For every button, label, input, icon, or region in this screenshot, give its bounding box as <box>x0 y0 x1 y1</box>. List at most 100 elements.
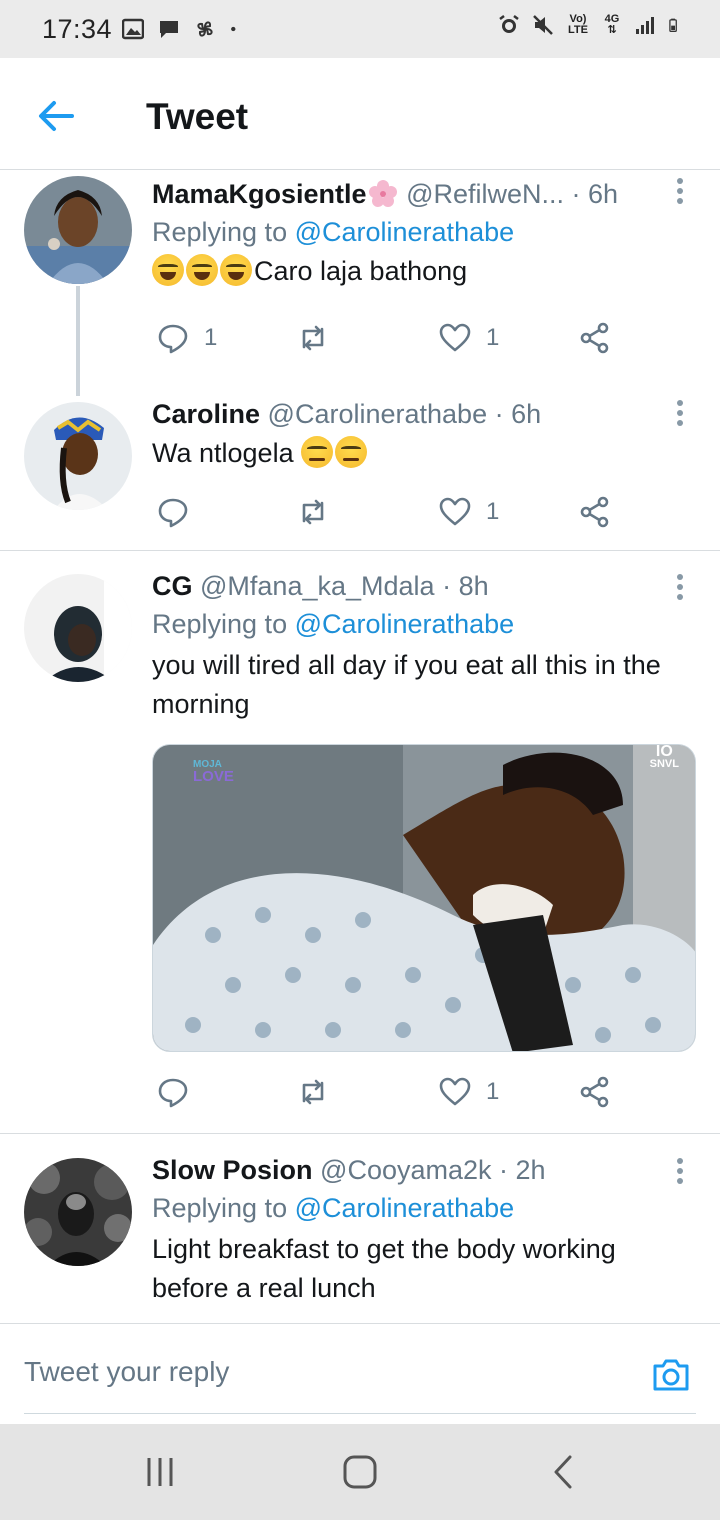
laughing-emoji-icon <box>152 254 184 286</box>
author-name[interactable]: CG <box>152 571 193 601</box>
reply-button[interactable] <box>156 492 204 532</box>
media-watermark-left: MOJA LOVE <box>193 759 234 785</box>
like-button[interactable]: 1 <box>438 318 499 358</box>
author-name[interactable]: Caroline <box>152 399 260 429</box>
tweet-text: Wa ntlogela <box>152 434 674 473</box>
watermark-right-bottom: SNVL <box>649 758 679 770</box>
mention-link[interactable]: @Carolinerathabe <box>295 217 515 247</box>
avatar[interactable] <box>24 176 132 284</box>
tweet-item[interactable]: Caroline @Carolinerathabe · 6h Wa ntloge… <box>0 392 720 550</box>
battery-icon <box>669 18 677 32</box>
retweet-button[interactable] <box>296 318 344 358</box>
tweet-text-content: Wa ntlogela <box>152 438 294 468</box>
retweet-icon <box>302 1079 324 1105</box>
author-name[interactable]: Slow Posion <box>152 1155 313 1185</box>
back-arrow-icon[interactable] <box>34 94 78 138</box>
retweet-button[interactable] <box>296 492 344 532</box>
mute-icon <box>533 15 553 35</box>
like-button[interactable]: 1 <box>438 1072 499 1112</box>
tweet-time: · 8h <box>442 571 489 601</box>
more-options-icon[interactable] <box>670 398 690 428</box>
replying-to: Replying to @Carolinerathabe <box>152 1188 674 1228</box>
tweet-actions: 1 <box>152 492 632 532</box>
share-icon <box>580 496 609 528</box>
tweet-header: CG @Mfana_ka_Mdala · 8h <box>152 568 674 604</box>
reply-button[interactable] <box>156 1072 204 1112</box>
tweet-time: · 6h <box>571 179 619 209</box>
share-button[interactable] <box>578 492 612 532</box>
divider <box>0 1133 720 1134</box>
system-icons: Vo) LTE 4G ⇅ <box>498 14 682 36</box>
flower-icon <box>367 179 399 207</box>
more-options-icon[interactable] <box>670 176 690 206</box>
dot-icon <box>231 26 236 32</box>
like-button[interactable]: 1 <box>438 492 499 532</box>
tweet-text-content: Caro laja bathong <box>254 256 468 286</box>
tweet-item[interactable]: CG @Mfana_ka_Mdala · 8h Replying to @Car… <box>0 566 720 1132</box>
system-back-icon[interactable] <box>544 1454 584 1490</box>
watermark-left-bottom: LOVE <box>193 768 234 785</box>
retweet-icon <box>302 325 324 351</box>
tweet-text: you will tired all day if you eat all th… <box>152 650 661 719</box>
message-icon <box>160 21 178 38</box>
avatar[interactable] <box>24 574 132 682</box>
author-handle[interactable]: @Cooyama2k <box>320 1155 491 1185</box>
unamused-emoji-icon <box>301 436 334 468</box>
home-icon[interactable] <box>340 1454 380 1490</box>
pinwheel-icon <box>197 21 213 37</box>
reply-button[interactable]: 1 <box>156 318 217 358</box>
volte-indicator: Vo) LTE <box>566 14 590 36</box>
avatar[interactable] <box>24 402 132 510</box>
heart-icon <box>439 497 471 526</box>
share-button[interactable] <box>578 318 612 358</box>
author-handle[interactable]: @Carolinerathabe <box>268 399 488 429</box>
camera-icon[interactable] <box>650 1354 692 1396</box>
gallery-icon <box>122 18 144 40</box>
author-name[interactable]: MamaKgosientle <box>152 179 367 209</box>
thread-connector-line <box>76 286 80 396</box>
replying-to: Replying to @Carolinerathabe <box>152 604 674 644</box>
reply-input[interactable] <box>24 1356 584 1388</box>
mention-link[interactable]: @Carolinerathabe <box>295 609 515 639</box>
tweet-actions: 1 1 <box>152 318 632 358</box>
share-icon <box>580 1076 609 1108</box>
tweet-text: Caro laja bathong <box>152 252 674 291</box>
author-handle[interactable]: @Mfana_ka_Mdala <box>200 571 435 601</box>
share-icon <box>580 322 609 354</box>
more-options-icon[interactable] <box>670 1156 690 1186</box>
watermark-right-top: IO <box>655 744 673 760</box>
media-watermark-right: IO SNVL <box>650 745 679 771</box>
top-app-bar: Tweet <box>0 58 720 170</box>
like-count: 1 <box>486 324 500 351</box>
status-bar: 17:34 Vo) LTE 4G ⇅ <box>0 0 720 58</box>
tweet-item[interactable]: MamaKgosientle @RefilweN... · 6h Replyin… <box>0 172 720 396</box>
alarm-icon <box>499 15 519 33</box>
divider <box>0 550 720 551</box>
retweet-button[interactable] <box>296 1072 344 1112</box>
data-indicator: 4G ⇅ <box>602 14 622 36</box>
recent-apps-icon[interactable] <box>140 1454 180 1490</box>
data-arrows-icon: ⇅ <box>607 24 617 36</box>
signal-icon <box>636 17 654 34</box>
tweet-header: MamaKgosientle @RefilweN... · 6h <box>152 176 674 212</box>
replying-prefix: Replying to <box>152 609 295 639</box>
tweet-header: Caroline @Carolinerathabe · 6h <box>152 396 674 432</box>
tweet-media-image[interactable]: MOJA LOVE IO SNVL <box>152 744 696 1052</box>
share-button[interactable] <box>578 1072 612 1112</box>
avatar[interactable] <box>24 1158 132 1266</box>
laughing-emoji-icon <box>220 254 252 286</box>
reply-composer <box>0 1323 720 1424</box>
replying-prefix: Replying to <box>152 217 295 247</box>
mention-link[interactable]: @Carolinerathabe <box>295 1193 515 1223</box>
more-options-icon[interactable] <box>670 572 690 602</box>
tweet-header: Slow Posion @Cooyama2k · 2h <box>152 1152 674 1188</box>
tweet-actions: 1 <box>152 1072 632 1112</box>
tweet-text: Light breakfast to get the body working … <box>152 1234 616 1303</box>
notification-icons <box>122 18 242 40</box>
volte-bottom-label: LTE <box>568 24 588 36</box>
tweet-item[interactable]: Slow Posion @Cooyama2k · 2h Replying to … <box>0 1148 720 1323</box>
tweet-time: · 6h <box>494 399 542 429</box>
replying-to: Replying to @Carolinerathabe <box>152 212 674 252</box>
unamused-emoji-icon <box>335 436 368 468</box>
author-handle[interactable]: @RefilweN... <box>406 179 564 209</box>
